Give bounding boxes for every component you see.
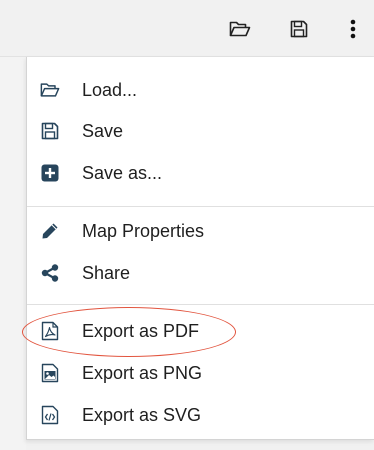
menu-item-save[interactable]: Save [27,111,374,151]
menu-item-load[interactable]: Load... [27,70,374,110]
menu-item-export-svg[interactable]: Export as SVG [27,395,374,435]
vertical-ellipsis-icon [350,19,356,39]
code-file-icon [40,405,60,425]
menu-divider [27,304,374,305]
floppy-disk-icon [40,121,60,141]
share-icon [40,263,60,283]
open-button[interactable] [226,15,254,43]
menu-item-export-png[interactable]: Export as PNG [27,353,374,393]
menu-item-label: Share [82,263,131,283]
menu-item-label: Export as SVG [82,405,202,425]
menu-item-label: Map Properties [82,221,205,241]
plus-square-icon [40,163,60,183]
menu-item-label: Load... [82,80,138,100]
background-panel [0,57,26,450]
menu-item-map-properties[interactable]: Map Properties [27,211,374,251]
image-file-icon [40,363,60,383]
pdf-file-icon [40,321,60,341]
pencil-icon [40,221,60,241]
menu-item-share[interactable]: Share [27,253,374,293]
top-toolbar [0,0,374,57]
save-button[interactable] [285,15,313,43]
menu-item-label: Export as PDF [82,321,200,341]
menu-divider [27,206,374,207]
menu-item-label: Save as... [82,163,163,183]
menu-item-label: Export as PNG [82,363,203,383]
folder-open-icon [229,21,251,37]
menu-item-label: Save [82,121,124,141]
floppy-disk-icon [290,20,308,38]
menu-item-export-pdf[interactable]: Export as PDF [27,311,374,351]
menu-item-save-as[interactable]: Save as... [27,153,374,193]
file-menu: Load... Save Save as... Map Properties S… [26,57,374,440]
folder-open-icon [40,80,60,100]
more-options-button[interactable] [339,15,367,43]
